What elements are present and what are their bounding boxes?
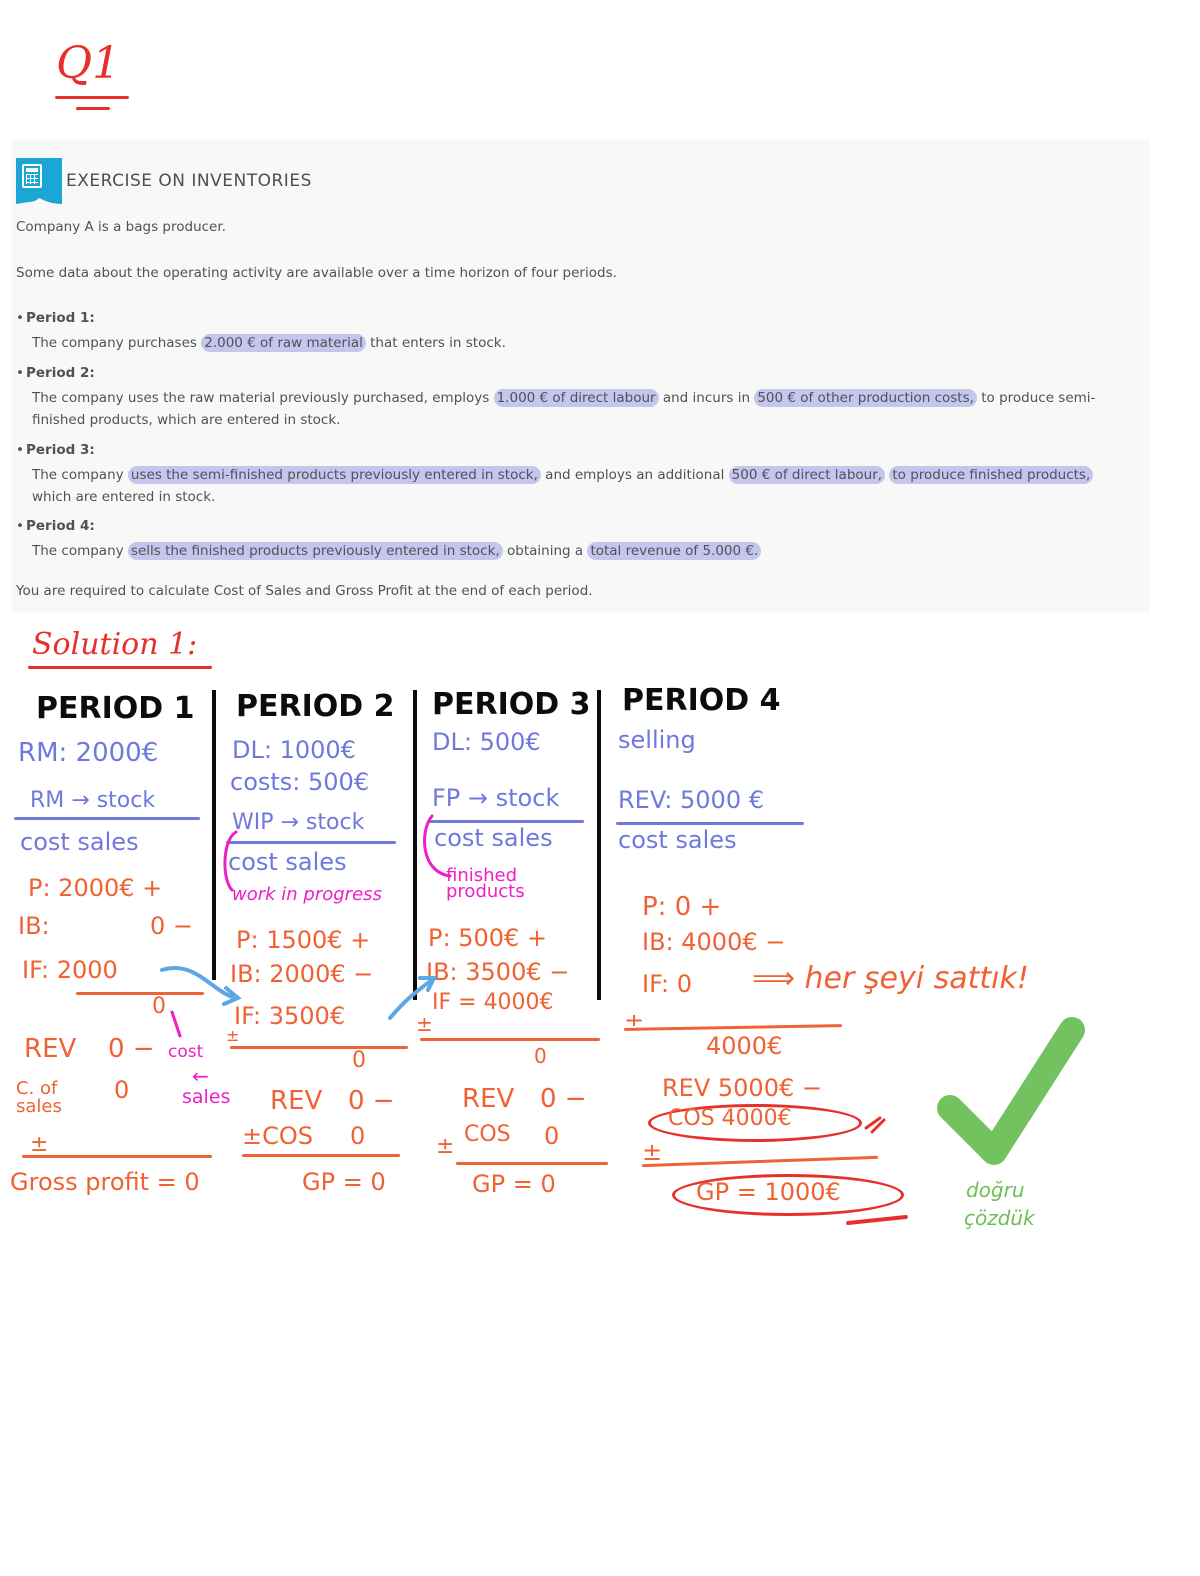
bracket-icon [423,814,452,878]
checkmark-icon [937,1017,1085,1165]
arrow-carry-forward-icon [160,966,237,1000]
bracket-icon [223,830,238,892]
calculator-icon [22,164,42,188]
arrow-down-icon [170,1010,182,1038]
tick-mark-icon [864,1116,886,1134]
arrow-carry-forward-icon [388,978,434,1020]
drawing-overlay [160,814,1085,1165]
